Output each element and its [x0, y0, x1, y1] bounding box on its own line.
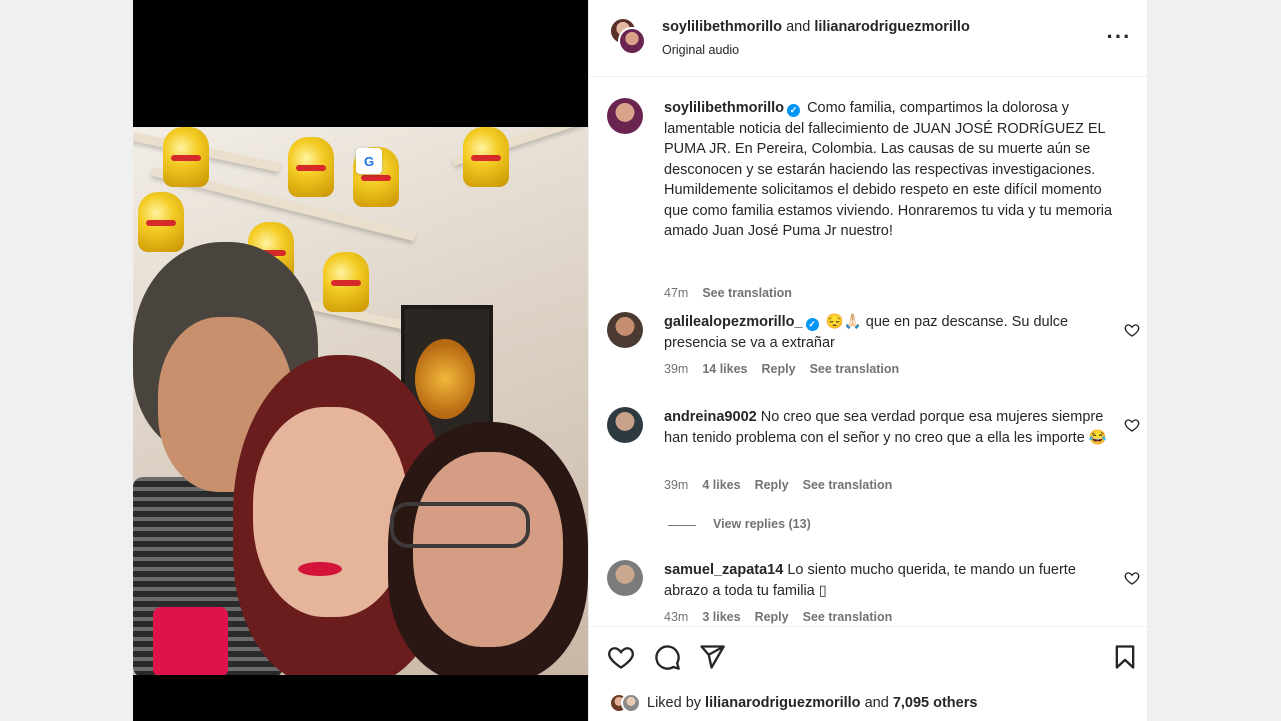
- liked-by-prefix: Liked by: [647, 695, 702, 711]
- comment-meta: 39m 4 likes Reply See translation: [664, 478, 906, 492]
- comment-icon[interactable]: [653, 643, 681, 671]
- comment-body: andreina9002 No creo que sea verdad porq…: [664, 407, 1114, 448]
- share-icon[interactable]: [698, 643, 726, 671]
- comment-username[interactable]: galilealopezmorillo_: [664, 314, 803, 330]
- caption-meta: 47m See translation: [664, 286, 806, 300]
- see-translation-link[interactable]: See translation: [803, 610, 893, 624]
- post-sidebar: soylilibethmorillo and lilianarodriguezm…: [588, 0, 1148, 721]
- see-translation-link[interactable]: See translation: [810, 362, 900, 376]
- view-replies-button[interactable]: View replies (13): [713, 517, 811, 531]
- caption-time[interactable]: 47m: [664, 286, 688, 300]
- person-3-glasses: [390, 502, 530, 548]
- avatar[interactable]: [607, 98, 643, 134]
- comment-time[interactable]: 39m: [664, 362, 688, 376]
- comment-username[interactable]: andreina9002: [664, 409, 757, 425]
- post-actions: Liked by lilianarodriguezmorillo and 7,0…: [589, 626, 1148, 721]
- header-username-1[interactable]: soylilibethmorillo: [662, 19, 782, 35]
- post-media[interactable]: G: [133, 0, 588, 721]
- comment-likes[interactable]: 4 likes: [702, 478, 740, 492]
- person-2-face: [253, 407, 408, 617]
- replies-divider: [668, 525, 696, 526]
- liked-by-summary: Liked by lilianarodriguezmorillo and 7,0…: [609, 690, 977, 716]
- caption-body: soylilibethmorillo ✓ Como familia, compar…: [664, 98, 1114, 242]
- person-3-face: [413, 452, 563, 647]
- header-username-2[interactable]: lilianarodriguezmorillo: [814, 19, 970, 35]
- comment-username[interactable]: samuel_zapata14: [664, 562, 783, 578]
- more-options-icon[interactable]: ···: [1104, 22, 1134, 52]
- google-translate-icon[interactable]: G: [356, 148, 382, 174]
- heart-icon[interactable]: [607, 643, 635, 671]
- verified-badge-icon: ✓: [787, 104, 801, 117]
- comment-likes[interactable]: 14 likes: [702, 362, 747, 376]
- comment-likes[interactable]: 3 likes: [702, 610, 740, 624]
- avatar[interactable]: [607, 560, 643, 596]
- comment-body: galilealopezmorillo_ ✓ 😔🙏🏻 que en paz des…: [664, 312, 1114, 353]
- verified-badge-icon: ✓: [805, 318, 819, 331]
- heart-icon[interactable]: [1124, 417, 1140, 433]
- avatar[interactable]: [607, 407, 643, 443]
- comment-time[interactable]: 39m: [664, 478, 688, 492]
- reply-button[interactable]: Reply: [762, 362, 796, 376]
- person-2-top: [153, 607, 228, 675]
- comments-list[interactable]: soylilibethmorillo ✓ Como familia, compar…: [589, 78, 1148, 626]
- audio-label[interactable]: Original audio: [662, 43, 739, 57]
- lucky-cat-figure: [463, 127, 509, 187]
- post-photo: [133, 127, 588, 675]
- avatar[interactable]: [621, 693, 641, 713]
- lucky-cat-figure: [163, 127, 209, 187]
- post-modal: G soylilibethmorillo and lilianarodrigue…: [133, 0, 1148, 721]
- comment-meta: 39m 14 likes Reply See translation: [664, 362, 913, 376]
- liked-by-username[interactable]: lilianarodriguezmorillo: [705, 695, 861, 711]
- person-2-lips: [298, 562, 342, 576]
- collab-users: soylilibethmorillo and lilianarodriguezm…: [662, 19, 970, 35]
- avatar[interactable]: [607, 312, 643, 348]
- lucky-cat-figure: [138, 192, 184, 252]
- comment-time[interactable]: 43m: [664, 610, 688, 624]
- caption-text: Como familia, compartimos la dolorosa y …: [664, 100, 1113, 239]
- header-joiner: and: [786, 19, 811, 35]
- caption-username[interactable]: soylilibethmorillo: [664, 100, 784, 116]
- heart-icon[interactable]: [1124, 322, 1140, 338]
- lucky-cat-figure: [323, 252, 369, 312]
- liked-by-others[interactable]: 7,095 others: [893, 695, 978, 711]
- heart-icon[interactable]: [1124, 570, 1140, 586]
- see-translation-link[interactable]: See translation: [803, 478, 893, 492]
- avatar[interactable]: [618, 27, 646, 55]
- comment-meta: 43m 3 likes Reply See translation: [664, 610, 906, 624]
- liked-by-text: Liked by lilianarodriguezmorillo and 7,0…: [647, 695, 977, 711]
- post-header: soylilibethmorillo and lilianarodriguezm…: [589, 0, 1148, 77]
- liked-by-joiner: and: [864, 695, 889, 711]
- comment-body: samuel_zapata14 Lo siento mucho querida,…: [664, 560, 1114, 601]
- bookmark-icon[interactable]: [1111, 643, 1139, 671]
- lucky-cat-figure: [288, 137, 334, 197]
- reply-button[interactable]: Reply: [755, 478, 789, 492]
- reply-button[interactable]: Reply: [755, 610, 789, 624]
- see-translation-link[interactable]: See translation: [702, 286, 792, 300]
